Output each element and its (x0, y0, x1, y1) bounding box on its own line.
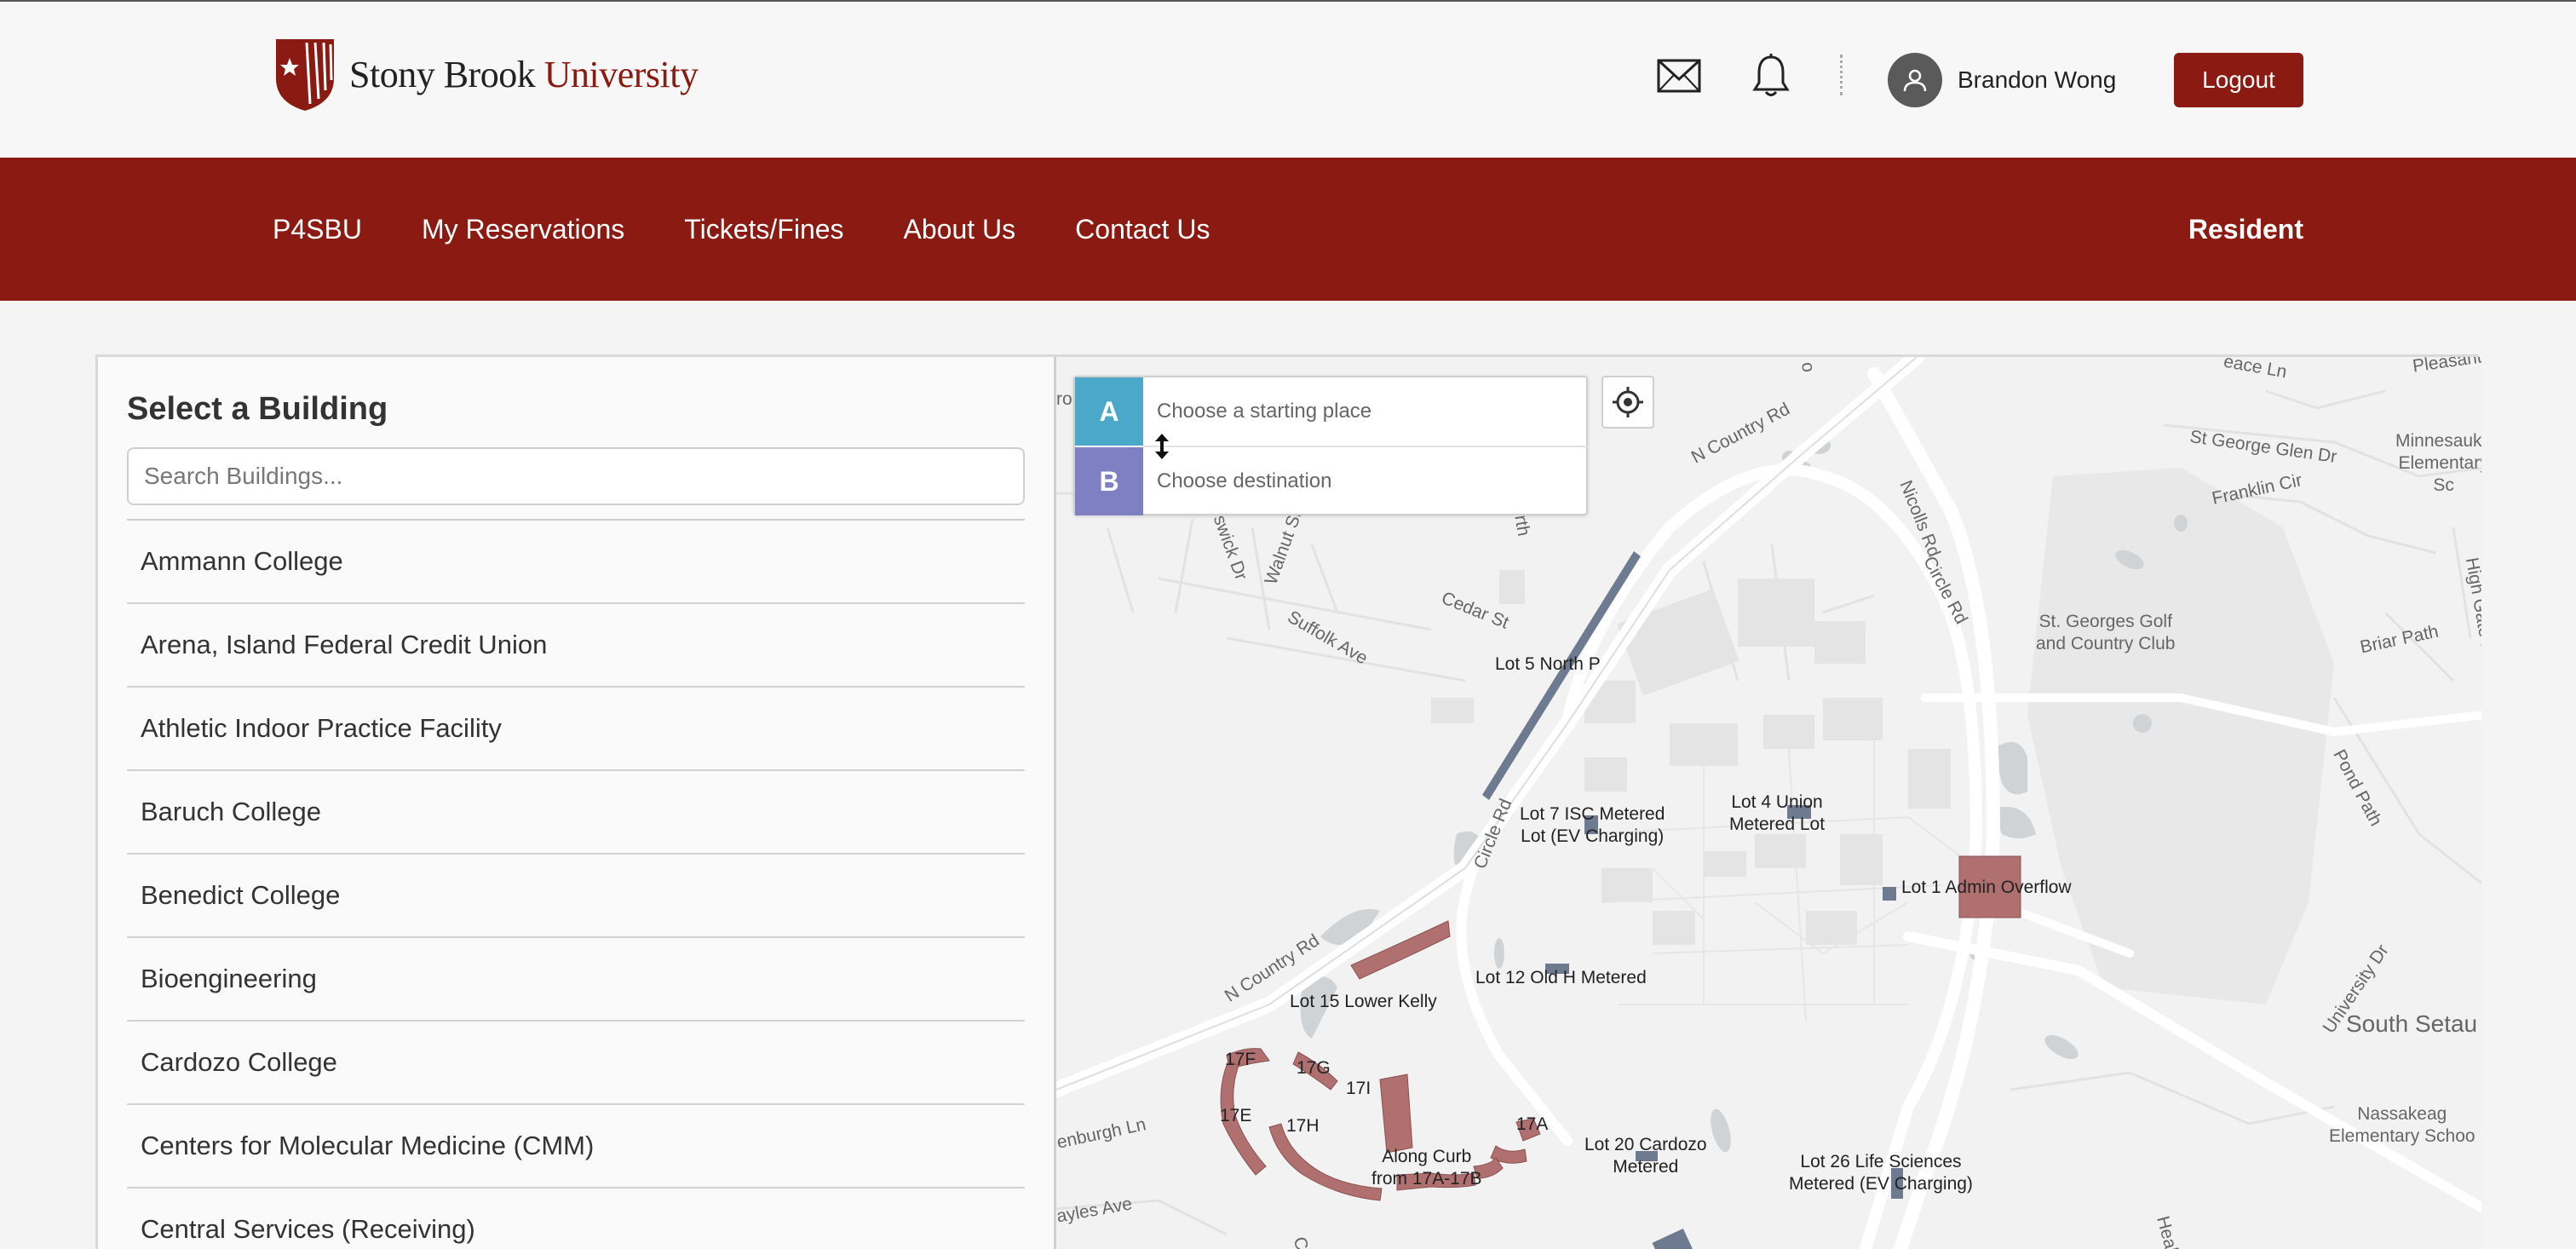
building-list-item[interactable]: Arena, Island Federal Credit Union (127, 604, 1025, 688)
locate-me-button[interactable] (1601, 376, 1654, 429)
lot-4-label-line1: Lot 4 Union (1731, 792, 1823, 812)
place-label-line: Nassakeag (2357, 1104, 2447, 1124)
place-label-line: and Country Club (2036, 634, 2176, 653)
place-label-south-setauket: South Setau (2346, 1010, 2478, 1037)
mail-button[interactable] (1656, 53, 1702, 99)
place-label-nassakeag: Nassakeag Elementary Schoo (2329, 1103, 2475, 1148)
lot-12-label[interactable]: Lot 12 Old H Metered (1475, 967, 1647, 989)
lot-17a-label[interactable]: 17A (1516, 1114, 1548, 1136)
lot-5-label[interactable]: Lot 5 North P (1495, 653, 1601, 676)
building-search-input[interactable] (127, 447, 1025, 505)
building-list-item[interactable]: Ammann College (127, 521, 1025, 604)
lot-7-label-line2: Lot (EV Charging) (1521, 826, 1665, 846)
notifications-button[interactable] (1748, 53, 1794, 99)
top-header: Stony Brook University Brandon Wong Logo… (0, 0, 2576, 158)
bell-icon (1752, 54, 1790, 96)
nav-item-tickets-fines[interactable]: Tickets/Fines (684, 214, 843, 245)
lot-17g-label[interactable]: 17G (1297, 1057, 1331, 1079)
avatar (1888, 53, 1942, 107)
destination-input[interactable] (1157, 456, 1574, 507)
route-planner: A B (1073, 376, 1588, 515)
lot-26-label-line1: Lot 26 Life Sciences (1800, 1152, 1962, 1171)
lot-17i-label[interactable]: 17I (1346, 1078, 1371, 1100)
place-label-line: St. Georges Golf (2038, 612, 2172, 631)
shield-logo-icon (276, 39, 334, 111)
lot-4-label[interactable]: Lot 4 Union Metered Lot (1729, 791, 1825, 836)
street-label: rth (1510, 513, 1534, 538)
along-curb-label-line1: Along Curb (1382, 1147, 1472, 1166)
building-list: Ammann College Arena, Island Federal Cre… (127, 521, 1025, 1249)
lot-17f-label[interactable]: 17F (1225, 1049, 1256, 1071)
nav-item-my-reservations[interactable]: My Reservations (422, 214, 624, 245)
route-divider (1143, 446, 1588, 447)
building-list-item[interactable]: Cardozo College (127, 1022, 1025, 1105)
envelope-icon (1657, 59, 1701, 93)
lot-1-label[interactable]: Lot 1 Admin Overflow (1901, 877, 2072, 899)
building-selector-panel: Select a Building Ammann College Arena, … (98, 357, 1054, 1249)
place-label-line: Elementary Sc (2398, 453, 2482, 495)
lot-17e-label[interactable]: 17E (1220, 1105, 1251, 1127)
place-label-golf-club: St. Georges Golf and Country Club (2036, 611, 2175, 655)
lot-20-label-line2: Metered (1613, 1157, 1679, 1177)
lot-20-label-line1: Lot 20 Cardozo (1584, 1135, 1707, 1154)
lot-26-label-line2: Metered (EV Charging) (1789, 1174, 1973, 1194)
user-name: Brandon Wong (1958, 66, 2117, 93)
campus-map[interactable]: Lot 5 North P Lot 7 ISC Metered Lot (EV … (1054, 357, 2481, 1249)
swap-arrows-icon[interactable] (1150, 432, 1174, 461)
user-icon (1903, 69, 1927, 92)
building-list-item[interactable]: Centers for Molecular Medicine (CMM) (127, 1105, 1025, 1189)
logout-button[interactable]: Logout (2174, 53, 2303, 107)
lot-4-label-line2: Metered Lot (1729, 814, 1826, 834)
user-profile[interactable]: Brandon Wong (1888, 51, 2116, 109)
destination-point-marker: B (1075, 447, 1143, 515)
logo-word-university: University (543, 53, 699, 95)
building-list-item[interactable]: Benedict College (127, 855, 1025, 938)
start-point-marker: A (1075, 377, 1143, 446)
lot-7-label-line1: Lot 7 ISC Metered (1520, 804, 1665, 824)
university-logo[interactable]: Stony Brook University (273, 36, 699, 112)
building-list-item[interactable]: Athletic Indoor Practice Facility (127, 688, 1025, 771)
nav-item-about-us[interactable]: About Us (904, 214, 1016, 245)
crosshair-icon (1613, 387, 1643, 417)
along-curb-label-line2: from 17A-17B (1371, 1169, 1482, 1189)
main-nav: P4SBU My Reservations Tickets/Fines Abou… (0, 158, 2576, 301)
logo-word-stony-brook: Stony Brook (349, 53, 536, 95)
place-label-line: Minnesauke (2395, 431, 2481, 451)
starting-place-input[interactable] (1157, 386, 1574, 437)
building-list-item[interactable]: Baruch College (127, 771, 1025, 855)
nav-item-p4sbu[interactable]: P4SBU (273, 214, 362, 245)
street-label: ro (1056, 389, 1072, 409)
logo-wordmark: Stony Brook University (349, 53, 699, 96)
building-list-item[interactable]: Bioengineering (127, 938, 1025, 1022)
lot-7-label[interactable]: Lot 7 ISC Metered Lot (EV Charging) (1520, 803, 1665, 848)
building-map-card: Select a Building Ammann College Arena, … (95, 354, 2481, 1249)
building-list-item[interactable]: Central Services (Receiving) (127, 1189, 1025, 1249)
lot-20-label[interactable]: Lot 20 Cardozo Metered (1584, 1134, 1707, 1178)
lot-17h-label[interactable]: 17H (1286, 1115, 1320, 1137)
place-label-line: Elementary Schoo (2329, 1126, 2475, 1146)
panel-title: Select a Building (127, 391, 388, 427)
place-label-minnesauke: Minnesauke Elementary Sc (2395, 430, 2481, 497)
lot-26-label[interactable]: Lot 26 Life Sciences Metered (EV Chargin… (1789, 1151, 1973, 1195)
user-role-label: Resident (2188, 213, 2303, 245)
lot-15-label[interactable]: Lot 15 Lower Kelly (1290, 991, 1437, 1013)
nav-item-contact-us[interactable]: Contact Us (1075, 214, 1210, 245)
along-curb-label[interactable]: Along Curb from 17A-17B (1371, 1146, 1482, 1190)
header-separator (1840, 55, 1843, 95)
